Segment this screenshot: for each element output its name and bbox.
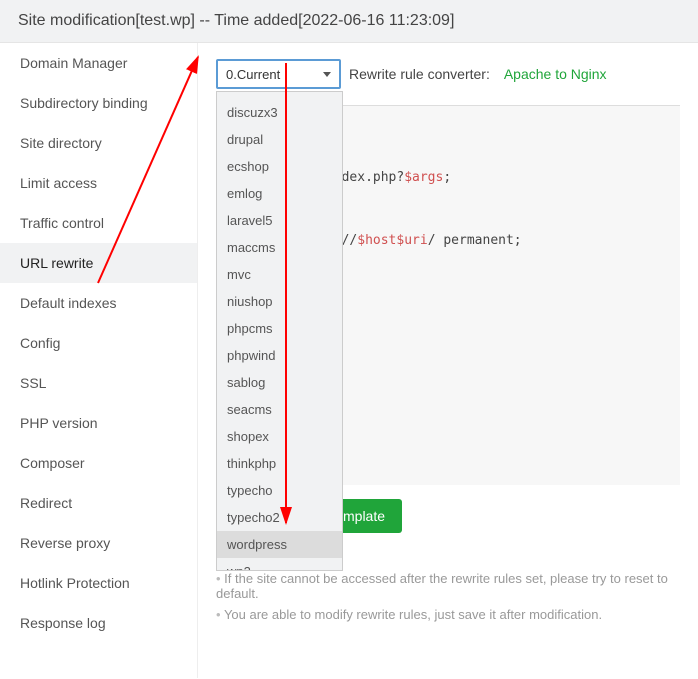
sidebar-item[interactable]: Domain Manager: [0, 43, 197, 83]
sidebar: Domain ManagerSubdirectory bindingSite d…: [0, 43, 198, 678]
dropdown-item[interactable]: wordpress: [217, 531, 342, 558]
sidebar-item[interactable]: Config: [0, 323, 197, 363]
sidebar-item[interactable]: Composer: [0, 443, 197, 483]
dropdown-item[interactable]: typecho2: [217, 504, 342, 531]
converter-label: Rewrite rule converter:: [349, 66, 490, 82]
dropdown-item[interactable]: thinkphp: [217, 450, 342, 477]
sidebar-item[interactable]: PHP version: [0, 403, 197, 443]
dropdown-item[interactable]: mvc: [217, 261, 342, 288]
select-value: 0.Current: [226, 67, 323, 82]
sidebar-item[interactable]: Response log: [0, 603, 197, 643]
template-dropdown[interactable]: discuzx2discuzx3drupalecshopemloglaravel…: [216, 91, 343, 571]
sidebar-item[interactable]: Site directory: [0, 123, 197, 163]
main-panel: 0.Current discuzx2discuzx3drupalecshopem…: [198, 43, 698, 678]
dropdown-item[interactable]: ecshop: [217, 153, 342, 180]
dropdown-item[interactable]: wp2: [217, 558, 342, 571]
sidebar-item[interactable]: Traffic control: [0, 203, 197, 243]
sidebar-item[interactable]: Hotlink Protection: [0, 563, 197, 603]
sidebar-item[interactable]: Reverse proxy: [0, 523, 197, 563]
dropdown-item[interactable]: drupal: [217, 126, 342, 153]
help-item: If the site cannot be accessed after the…: [216, 568, 680, 604]
chevron-down-icon: [323, 72, 331, 77]
dropdown-item[interactable]: maccms: [217, 234, 342, 261]
window-title: Site modification[test.wp] -- Time added…: [0, 0, 698, 43]
sidebar-item[interactable]: Redirect: [0, 483, 197, 523]
sidebar-item[interactable]: Limit access: [0, 163, 197, 203]
dropdown-item[interactable]: laravel5: [217, 207, 342, 234]
dropdown-item[interactable]: phpwind: [217, 342, 342, 369]
dropdown-item[interactable]: sablog: [217, 369, 342, 396]
dropdown-item[interactable]: typecho: [217, 477, 342, 504]
sidebar-item[interactable]: URL rewrite: [0, 243, 197, 283]
dropdown-item[interactable]: discuzx3: [217, 99, 342, 126]
sidebar-item[interactable]: Default indexes: [0, 283, 197, 323]
dropdown-item[interactable]: niushop: [217, 288, 342, 315]
dropdown-item[interactable]: seacms: [217, 396, 342, 423]
help-item: You are able to modify rewrite rules, ju…: [216, 604, 680, 625]
dropdown-item[interactable]: phpcms: [217, 315, 342, 342]
dropdown-item[interactable]: emlog: [217, 180, 342, 207]
dropdown-item[interactable]: discuzx2: [217, 91, 342, 99]
sidebar-item[interactable]: SSL: [0, 363, 197, 403]
dropdown-item[interactable]: shopex: [217, 423, 342, 450]
sidebar-item[interactable]: Subdirectory binding: [0, 83, 197, 123]
converter-link[interactable]: Apache to Nginx: [504, 66, 607, 82]
template-select[interactable]: 0.Current discuzx2discuzx3drupalecshopem…: [216, 59, 341, 89]
